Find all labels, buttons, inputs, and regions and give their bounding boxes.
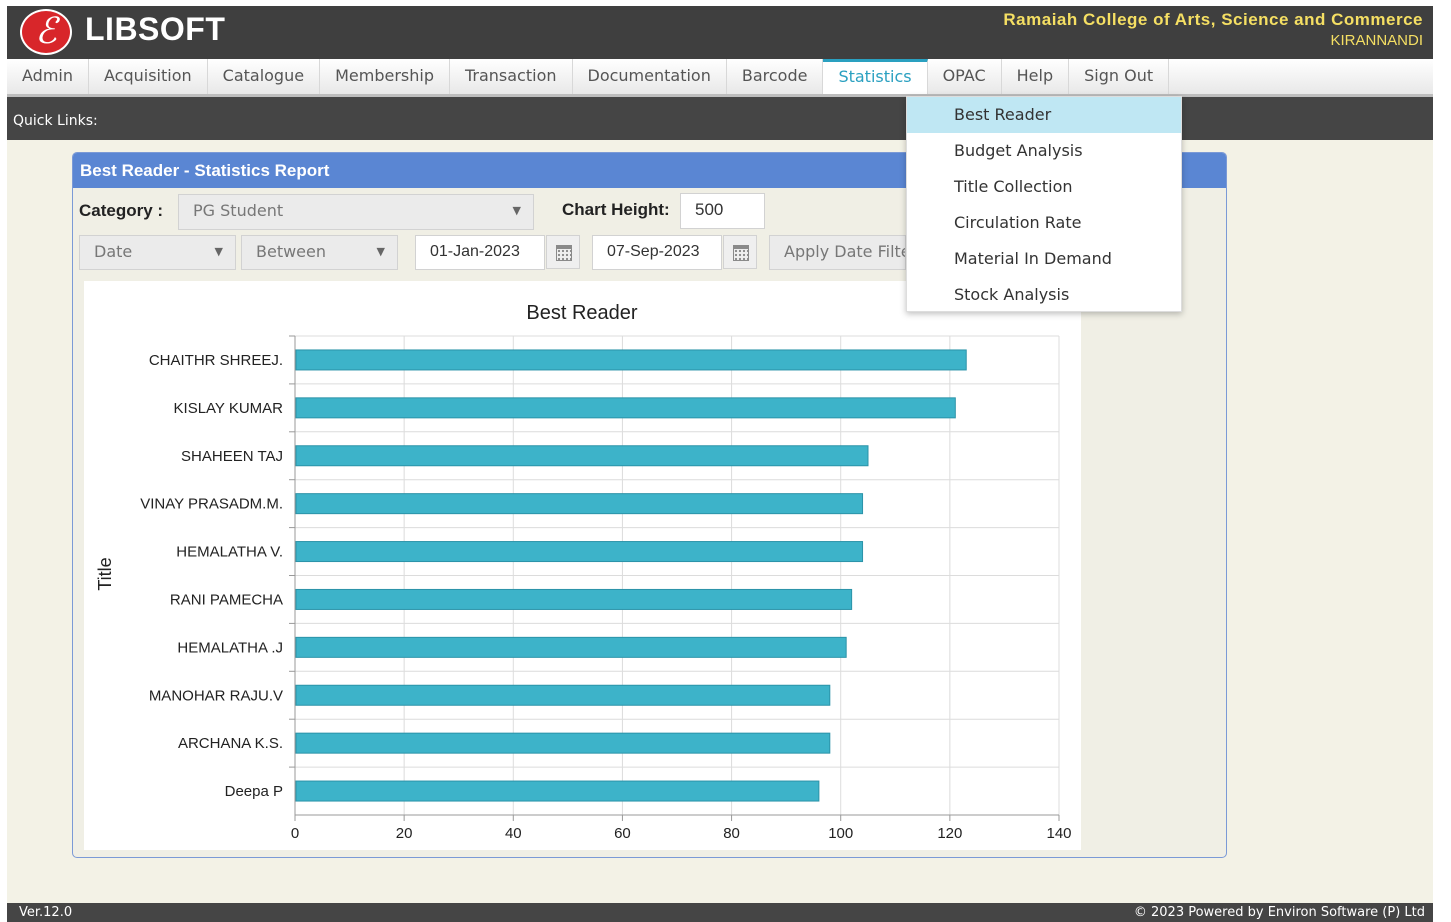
- dropdown-item-title-collection[interactable]: Title Collection: [907, 169, 1181, 205]
- statistics-dropdown: Best Reader Budget Analysis Title Collec…: [906, 96, 1182, 312]
- chart-bar: [295, 684, 831, 706]
- chart-bar: [295, 397, 956, 419]
- x-tick-label: 140: [1046, 825, 1071, 842]
- x-tick-label: 120: [937, 825, 962, 842]
- menu-membership[interactable]: Membership: [320, 59, 450, 94]
- chevron-down-icon: ▼: [214, 245, 223, 258]
- dropdown-item-budget-analysis[interactable]: Budget Analysis: [907, 133, 1181, 169]
- version-label: Ver.12.0: [19, 905, 73, 920]
- quick-links-label: Quick Links:: [13, 113, 98, 129]
- chart-bar: [295, 349, 967, 371]
- chart-area: Best Reader Title 0 20 40 60 80 100 120 140 CHAI…: [84, 281, 1081, 850]
- menu-acquisition[interactable]: Acquisition: [89, 59, 208, 94]
- date-field-value: Date: [94, 242, 133, 261]
- college-name: Ramaiah College of Arts, Science and Com…: [1003, 10, 1423, 29]
- to-date-calendar-button[interactable]: [723, 235, 757, 269]
- y-category-label: RANI PAMECHA: [170, 591, 283, 608]
- date-field-select[interactable]: Date ▼: [79, 235, 236, 270]
- chevron-down-icon: ▼: [512, 204, 521, 217]
- x-tick-label: 60: [614, 825, 631, 842]
- condition-select[interactable]: Between ▼: [241, 235, 398, 270]
- y-category-label: CHAITHR SHREEJ.: [149, 352, 283, 369]
- quick-links-bar: Quick Links:: [7, 97, 1433, 140]
- chart-title: Best Reader: [526, 302, 638, 324]
- y-category-label: MANOHAR RAJU.V: [149, 687, 283, 704]
- chart-height-label: Chart Height:: [562, 200, 670, 219]
- y-category-label: Deepa P: [225, 783, 283, 800]
- x-tick-label: 80: [723, 825, 740, 842]
- chart-height-input[interactable]: 500: [680, 193, 765, 229]
- y-category-label: SHAHEEN TAJ: [181, 448, 283, 465]
- menu-statistics[interactable]: Statistics: [823, 59, 928, 94]
- y-axis-label: Title: [95, 557, 115, 590]
- menu-opac[interactable]: OPAC: [928, 59, 1002, 94]
- dropdown-item-best-reader[interactable]: Best Reader: [907, 97, 1181, 133]
- menu-help[interactable]: Help: [1002, 59, 1070, 94]
- dropdown-item-material-in-demand[interactable]: Material In Demand: [907, 241, 1181, 277]
- chevron-down-icon: ▼: [376, 245, 385, 258]
- dropdown-item-stock-analysis[interactable]: Stock Analysis: [907, 277, 1181, 313]
- from-date-calendar-button[interactable]: [546, 235, 580, 269]
- x-tick-label: 100: [828, 825, 853, 842]
- best-reader-chart: Best Reader Title 0 20 40 60 80 100 120 140 CHAI…: [95, 302, 1072, 842]
- y-category-label: HEMALATHA .J: [177, 639, 283, 656]
- y-category-label: HEMALATHA V.: [176, 544, 283, 561]
- menu-catalogue[interactable]: Catalogue: [208, 59, 321, 94]
- category-select[interactable]: PG Student ▼: [178, 194, 534, 230]
- powered-by-label: © 2023 Powered by Environ Software (P) L…: [1133, 905, 1425, 920]
- condition-value: Between: [256, 242, 327, 261]
- menu-transaction[interactable]: Transaction: [450, 59, 573, 94]
- footer-bar: Ver.12.0 © 2023 Powered by Environ Softw…: [7, 903, 1433, 922]
- x-tick-label: 0: [291, 825, 299, 842]
- to-date-input[interactable]: 07-Sep-2023: [592, 235, 722, 270]
- chart-bar: [295, 636, 847, 658]
- menu-documentation[interactable]: Documentation: [573, 59, 727, 94]
- menu-admin[interactable]: Admin: [7, 59, 89, 94]
- chart-bar: [295, 541, 864, 563]
- y-category-label: KISLAY KUMAR: [174, 400, 284, 417]
- x-tick-label: 40: [505, 825, 522, 842]
- libsoft-logo-icon: ℰ: [20, 9, 72, 55]
- header-bar: ℰ LIBSOFT Ramaiah College of Arts, Scien…: [7, 6, 1433, 59]
- from-date-input[interactable]: 01-Jan-2023: [415, 235, 545, 270]
- chart-bar: [295, 493, 864, 515]
- category-label: Category :: [79, 201, 164, 220]
- chart-bar: [295, 780, 820, 802]
- apply-date-filter-button[interactable]: Apply Date Filter: [769, 235, 906, 270]
- chart-bar: [295, 732, 831, 754]
- user-name: KIRANNANDI: [1330, 32, 1423, 49]
- menu-barcode[interactable]: Barcode: [727, 59, 824, 94]
- chart-bar: [295, 588, 853, 610]
- chart-bar: [295, 445, 869, 467]
- calendar-icon: [556, 245, 572, 261]
- app-frame: ℰ LIBSOFT Ramaiah College of Arts, Scien…: [7, 6, 1433, 922]
- menu-sign-out[interactable]: Sign Out: [1069, 59, 1170, 94]
- category-value: PG Student: [193, 201, 284, 220]
- x-tick-label: 20: [396, 825, 413, 842]
- y-category-label: ARCHANA K.S.: [178, 735, 283, 752]
- calendar-icon: [733, 245, 749, 261]
- panel-title: Best Reader - Statistics Report: [80, 161, 330, 180]
- y-category-label: VINAY PRASADM.M.: [140, 496, 283, 513]
- app-brand: LIBSOFT: [85, 11, 226, 47]
- dropdown-item-circulation-rate[interactable]: Circulation Rate: [907, 205, 1181, 241]
- main-menu: Admin Acquisition Catalogue Membership T…: [7, 59, 1433, 97]
